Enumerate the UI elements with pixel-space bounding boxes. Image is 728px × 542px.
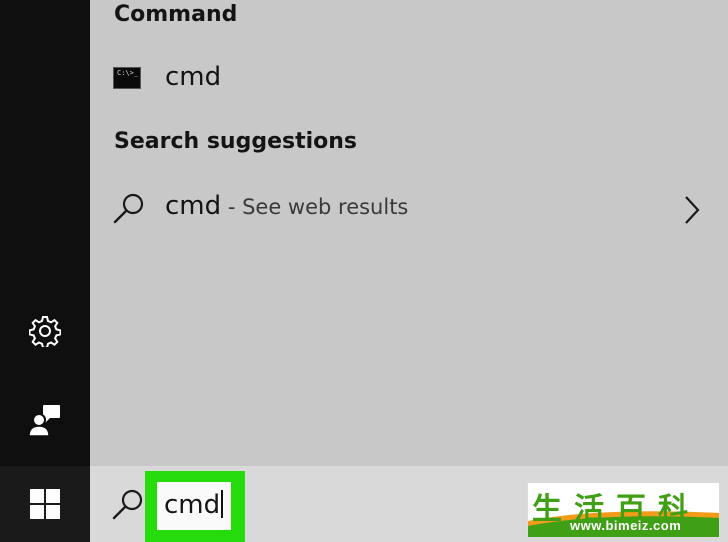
people-icon[interactable]	[28, 403, 62, 441]
gear-icon[interactable]	[28, 315, 62, 351]
search-input-value: cmd	[164, 490, 224, 520]
web-suggestion-text: cmd - See web results	[165, 191, 408, 221]
search-suggestions-heading: Search suggestions	[114, 129, 358, 154]
command-prompt-icon: C:\>_	[113, 67, 141, 89]
web-suggestion-query: cmd	[165, 191, 222, 221]
result-title: cmd	[165, 62, 222, 92]
chevron-right-icon[interactable]	[682, 194, 702, 230]
web-suggestion-row[interactable]: cmd - See web results	[108, 184, 718, 236]
watermark-url: www.bimeiz.com	[570, 518, 682, 533]
search-icon	[111, 488, 145, 526]
best-match-heading: Command	[114, 2, 238, 27]
command-prompt-glyph: C:\>_	[117, 69, 139, 77]
start-menu-sidebar	[0, 0, 90, 542]
result-cmd-app[interactable]: C:\>_ cmd	[108, 56, 718, 108]
watermark-logo: 生活百科 www.bimeiz.com	[527, 482, 720, 538]
text-caret	[221, 490, 224, 518]
windows-logo-icon[interactable]	[29, 488, 61, 524]
search-input[interactable]: cmd	[157, 482, 231, 530]
search-icon	[112, 192, 146, 230]
web-suggestion-hint: See web results	[242, 195, 409, 219]
web-suggestion-separator: -	[221, 195, 243, 219]
